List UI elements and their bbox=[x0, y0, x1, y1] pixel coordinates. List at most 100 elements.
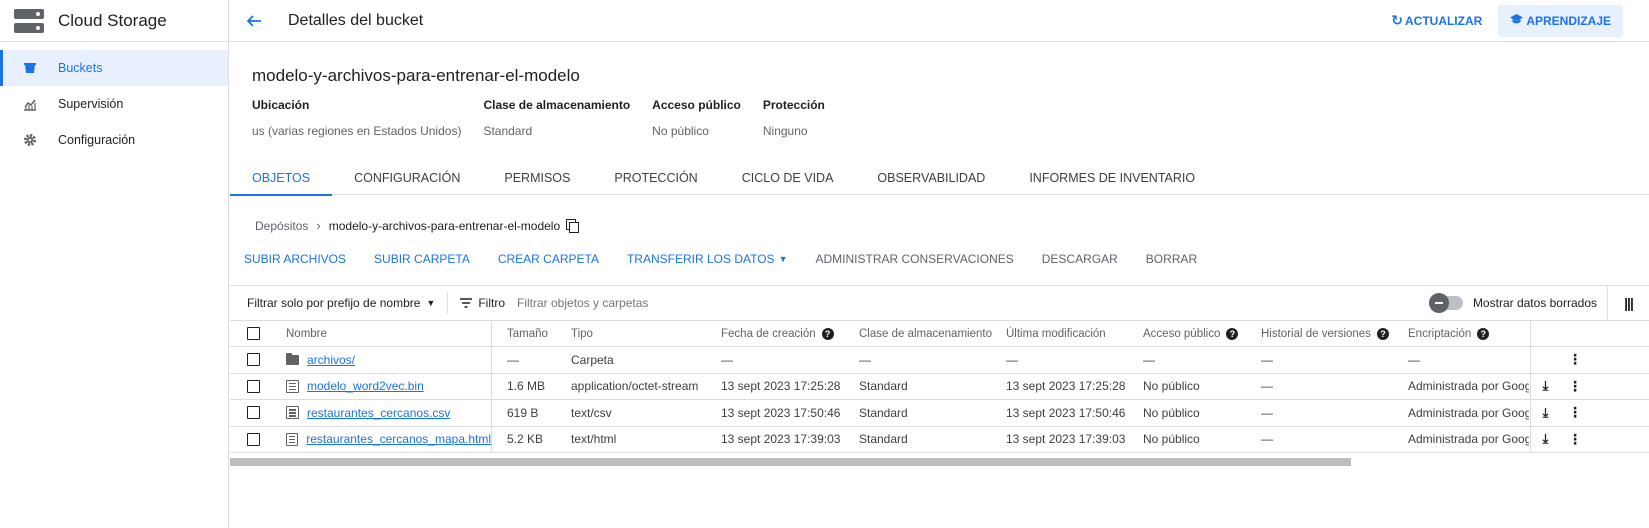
object-link[interactable]: archivos/ bbox=[307, 353, 355, 367]
size-cell: 619 B bbox=[507, 405, 539, 420]
learn-button[interactable]: APRENDIZAJE bbox=[1498, 4, 1623, 37]
back-arrow-icon[interactable] bbox=[246, 11, 266, 31]
created-cell: 13 sept 2023 17:39:03 bbox=[721, 432, 841, 447]
tab-inventory-reports[interactable]: INFORMES DE INVENTARIO bbox=[1007, 161, 1217, 195]
history-cell: — bbox=[1261, 432, 1273, 447]
upload-files-button[interactable]: SUBIR ARCHIVOS bbox=[230, 248, 360, 270]
tab-permissions[interactable]: PERMISOS bbox=[482, 161, 592, 195]
sidebar-item-label: Buckets bbox=[58, 61, 103, 75]
name-cell: archivos/ bbox=[286, 347, 492, 373]
download-icon[interactable]: ⤓ bbox=[1543, 405, 1549, 421]
help-icon[interactable]: ? bbox=[821, 327, 834, 340]
created-cell: — bbox=[721, 352, 733, 367]
property-protection: Protección Ninguno bbox=[763, 98, 825, 138]
caret-down-icon: ▼ bbox=[778, 254, 788, 264]
copy-icon[interactable] bbox=[566, 219, 580, 233]
encryption-cell: Administrada por Google bbox=[1408, 432, 1529, 447]
filter-button[interactable]: Filtro bbox=[460, 296, 505, 311]
header-version-history[interactable]: Historial de versiones? bbox=[1261, 321, 1411, 346]
download-button[interactable]: DESCARGAR bbox=[1028, 248, 1132, 270]
download-icon[interactable]: ⤓ bbox=[1543, 431, 1549, 447]
table-header-row: Nombre Tamaño Tipo Fecha de creación? Cl… bbox=[230, 321, 1649, 347]
show-deleted-toggle[interactable] bbox=[1428, 293, 1463, 313]
property-label: Ubicación bbox=[252, 98, 310, 112]
filter-icon bbox=[460, 296, 473, 311]
type-cell: text/csv bbox=[571, 405, 612, 420]
bucket-icon bbox=[22, 60, 38, 76]
tab-observability[interactable]: OBSERVABILIDAD bbox=[855, 161, 1007, 195]
help-icon[interactable]: ? bbox=[1226, 327, 1239, 340]
download-icon[interactable]: ⤓ bbox=[1543, 378, 1549, 394]
sidebar-item-settings[interactable]: Configuración bbox=[0, 122, 228, 158]
row-checkbox-cell bbox=[247, 374, 267, 400]
header-created[interactable]: Fecha de creación? bbox=[721, 321, 861, 346]
help-icon[interactable]: ? bbox=[1376, 327, 1389, 340]
property-value: us (varias regiones en Estados Unidos) bbox=[252, 124, 462, 138]
breadcrumb-root-link[interactable]: Depósitos bbox=[255, 219, 308, 233]
property-label: Acceso público bbox=[652, 98, 741, 112]
more-cell: ⋮ bbox=[1560, 374, 1590, 400]
prefix-filter-dropdown[interactable]: Filtrar solo por prefijo de nombre ▼ bbox=[230, 292, 449, 314]
tab-lifecycle[interactable]: CICLO DE VIDA bbox=[720, 161, 856, 195]
sidebar-item-buckets[interactable]: Buckets bbox=[0, 50, 228, 86]
column-display-icon[interactable]: ||| bbox=[1607, 285, 1649, 321]
class-cell: Standard bbox=[859, 432, 908, 447]
public-cell: No público bbox=[1143, 379, 1200, 394]
tab-protection[interactable]: PROTECCIÓN bbox=[592, 161, 719, 195]
header-size[interactable]: Tamaño bbox=[507, 321, 567, 346]
transfer-data-button[interactable]: TRANSFERIR LOS DATOS ▼ bbox=[613, 248, 802, 270]
modified-cell: 13 sept 2023 17:50:46 bbox=[1006, 405, 1126, 420]
manage-holds-button[interactable]: ADMINISTRAR CONSERVACIONES bbox=[801, 248, 1027, 270]
bucket-name: modelo-y-archivos-para-entrenar-el-model… bbox=[252, 66, 580, 85]
sidebar-item-monitoring[interactable]: Supervisión bbox=[0, 86, 228, 122]
history-cell: — bbox=[1261, 352, 1273, 367]
object-link[interactable]: restaurantes_cercanos.csv bbox=[307, 406, 450, 420]
header-type[interactable]: Tipo bbox=[571, 321, 721, 346]
object-actions: SUBIR ARCHIVOS SUBIR CARPETA CREAR CARPE… bbox=[230, 248, 1211, 270]
more-vert-icon[interactable]: ⋮ bbox=[1568, 404, 1582, 421]
tab-configuration[interactable]: CONFIGURACIÓN bbox=[332, 161, 482, 195]
type-cell: application/octet-stream bbox=[571, 379, 699, 394]
filter-input[interactable] bbox=[517, 296, 818, 310]
row-checkbox[interactable] bbox=[247, 406, 260, 420]
upload-folder-button[interactable]: SUBIR CARPETA bbox=[360, 248, 484, 270]
row-checkbox[interactable] bbox=[247, 432, 260, 446]
more-vert-icon[interactable]: ⋮ bbox=[1568, 431, 1582, 448]
chart-icon bbox=[22, 96, 38, 112]
download-cell bbox=[1530, 347, 1560, 373]
created-cell: 13 sept 2023 17:50:46 bbox=[721, 405, 841, 420]
row-checkbox[interactable] bbox=[247, 353, 260, 367]
horizontal-scrollbar[interactable] bbox=[230, 458, 1351, 466]
header-encryption[interactable]: Encriptación? bbox=[1408, 321, 1529, 346]
select-all-checkbox[interactable] bbox=[247, 327, 260, 340]
refresh-label: ACTUALIZAR bbox=[1404, 13, 1483, 28]
encryption-cell: Administrada por Google bbox=[1408, 405, 1529, 420]
property-value: Ninguno bbox=[762, 124, 808, 138]
folder-icon bbox=[286, 352, 299, 365]
object-link[interactable]: restaurantes_cercanos_mapa.html bbox=[306, 432, 491, 446]
sidebar-item-label: Configuración bbox=[58, 133, 136, 147]
filter-right: Mostrar datos borrados ||| bbox=[1428, 285, 1649, 321]
header-name[interactable]: Nombre bbox=[286, 321, 492, 346]
name-cell: restaurantes_cercanos_mapa.html bbox=[286, 426, 492, 452]
delete-button[interactable]: BORRAR bbox=[1132, 248, 1211, 270]
tab-objects[interactable]: OBJETOS bbox=[230, 161, 333, 196]
refresh-button[interactable]: ↻ ACTUALIZAR bbox=[1391, 12, 1482, 29]
product-title: Cloud Storage bbox=[58, 10, 167, 30]
class-cell: Standard bbox=[859, 405, 908, 420]
property-label: Protección bbox=[762, 98, 825, 112]
create-folder-button[interactable]: CREAR CARPETA bbox=[484, 248, 613, 270]
row-checkbox[interactable] bbox=[247, 379, 260, 393]
more-vert-icon[interactable]: ⋮ bbox=[1568, 351, 1582, 368]
header-public-access[interactable]: Acceso público? bbox=[1143, 321, 1261, 346]
help-icon[interactable]: ? bbox=[1477, 327, 1490, 340]
header-storage-class[interactable]: Clase de almacenamiento bbox=[859, 321, 999, 346]
header-modified[interactable]: Última modificación bbox=[1006, 321, 1146, 346]
more-vert-icon[interactable]: ⋮ bbox=[1568, 378, 1582, 395]
property-location: Ubicación us (varias regiones en Estados… bbox=[252, 98, 461, 138]
more-cell: ⋮ bbox=[1560, 400, 1590, 426]
object-link[interactable]: modelo_word2vec.bin bbox=[307, 379, 424, 393]
table-row: archivos/ — Carpeta — — — — — — ⋮ bbox=[230, 347, 1649, 374]
modified-cell: 13 sept 2023 17:39:03 bbox=[1006, 432, 1126, 447]
row-checkbox-cell bbox=[247, 427, 267, 453]
